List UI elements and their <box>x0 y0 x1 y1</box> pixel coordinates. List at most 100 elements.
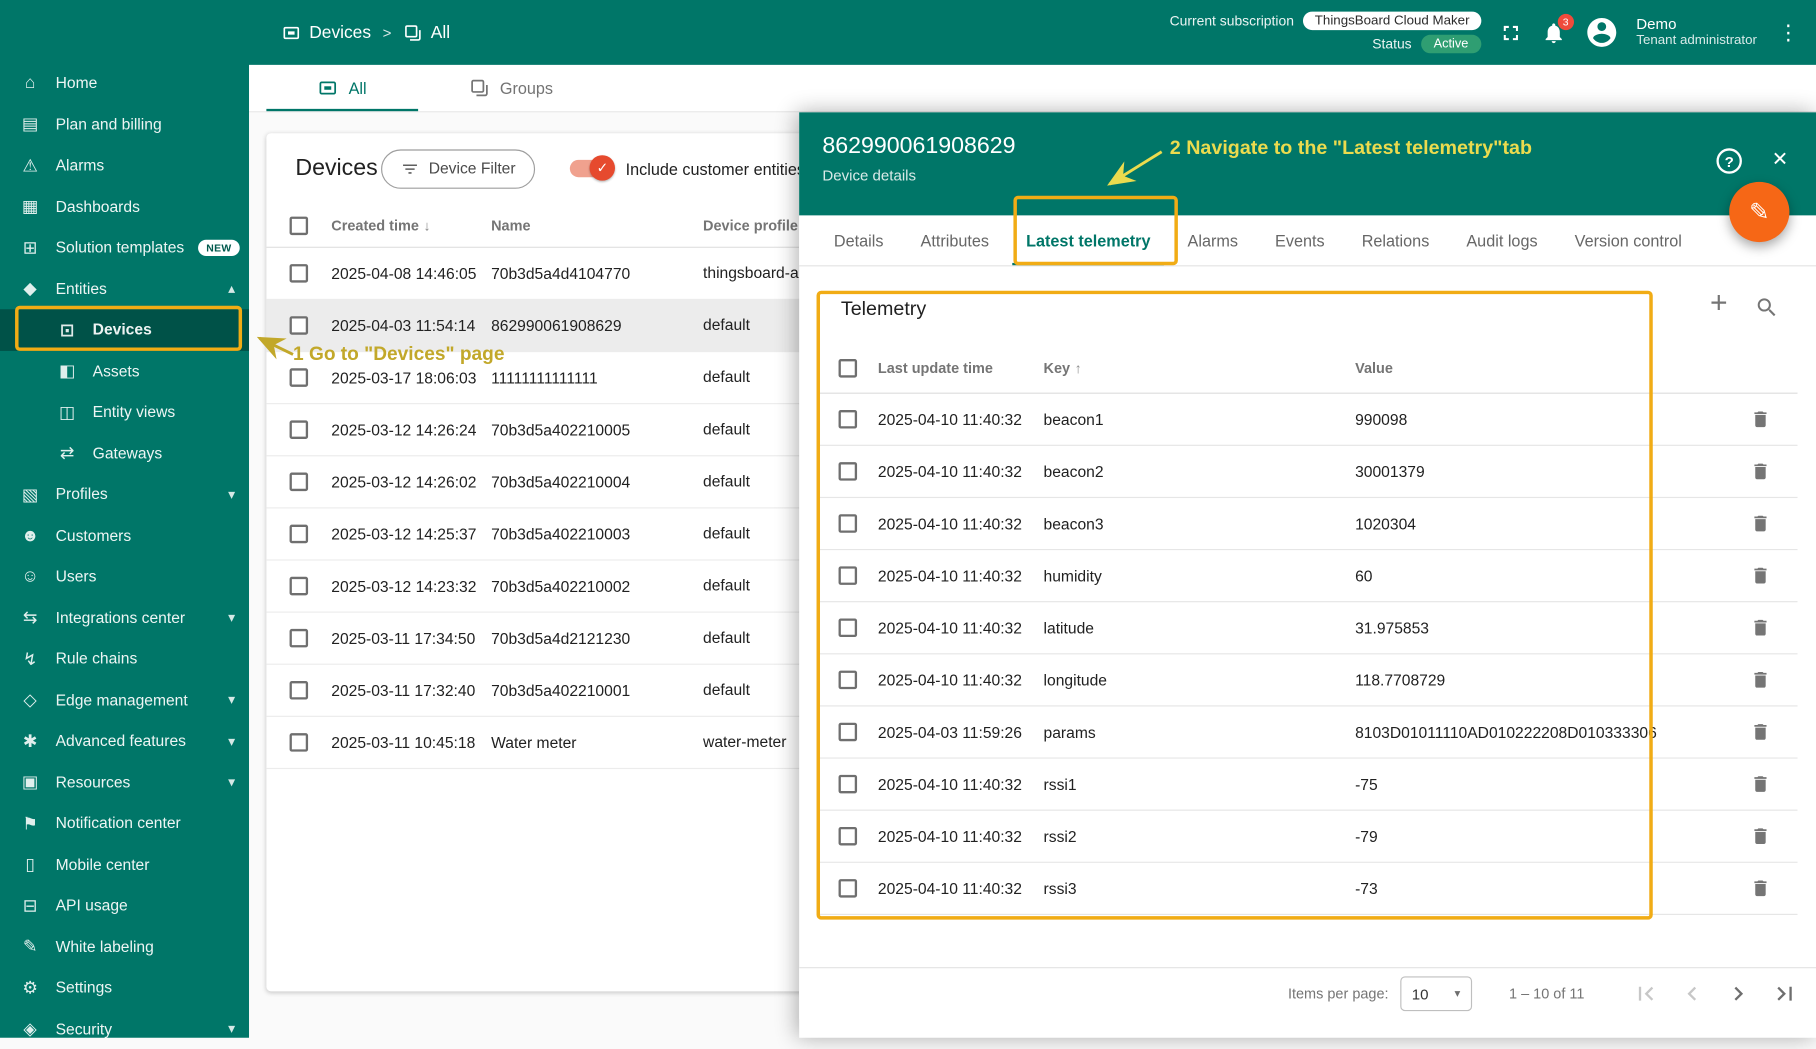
telemetry-row[interactable]: 2025-04-03 11:59:26 params 8103D01011110AD… <box>817 707 1798 759</box>
delete-button[interactable] <box>1747 822 1775 850</box>
sidebar-item-api-usage[interactable]: ⊟ API usage <box>0 885 249 926</box>
telemetry-row[interactable]: 2025-04-10 11:40:32 humidity 60 <box>817 550 1798 603</box>
sidebar-item-solution-templates[interactable]: ⊞ Solution templates NEW <box>0 227 249 268</box>
sidebar-item-users[interactable]: ☺ Users <box>0 556 249 597</box>
row-checkbox[interactable] <box>289 628 309 648</box>
delete-button[interactable] <box>1747 874 1775 902</box>
chevron-down-icon[interactable]: ▾ <box>228 486 235 502</box>
sidebar-item-settings[interactable]: ⚙ Settings <box>0 967 249 1008</box>
row-checkbox[interactable] <box>838 826 858 846</box>
row-checkbox[interactable] <box>838 618 858 638</box>
tab-details[interactable]: Details <box>815 215 902 265</box>
tab-audit-logs[interactable]: Audit logs <box>1448 215 1556 265</box>
select-all-checkbox[interactable] <box>838 358 858 377</box>
sidebar-item-resources[interactable]: ▣ Resources ▾ <box>0 762 249 803</box>
sidebar-item-customers[interactable]: ☻ Customers <box>0 515 249 556</box>
chevron-down-icon[interactable]: ▾ <box>228 692 235 708</box>
tab-alarms[interactable]: Alarms <box>1169 215 1257 265</box>
telemetry-row[interactable]: 2025-04-10 11:40:32 longitude 118.7708729 <box>817 654 1798 707</box>
row-checkbox[interactable] <box>838 566 858 585</box>
row-checkbox[interactable] <box>289 264 309 283</box>
tab-groups[interactable]: Groups <box>418 65 604 111</box>
help-button[interactable]: ? <box>1716 148 1742 174</box>
row-checkbox[interactable] <box>289 472 309 492</box>
telemetry-row[interactable]: 2025-04-10 11:40:32 beacon1 990098 <box>817 394 1798 446</box>
device-filter-button[interactable]: Device Filter <box>381 148 536 189</box>
sidebar-item-security[interactable]: ◈ Security ▾ <box>0 1008 249 1049</box>
telemetry-row[interactable]: 2025-04-10 11:40:32 latitude 31.975853 <box>817 602 1798 655</box>
row-checkbox[interactable] <box>838 514 858 533</box>
subscription-plan-badge[interactable]: ThingsBoard Cloud Maker <box>1303 11 1482 31</box>
sidebar-item-advanced-features[interactable]: ✱ Advanced features ▾ <box>0 720 249 761</box>
sidebar-item-integrations-center[interactable]: ⇆ Integrations center ▾ <box>0 597 249 638</box>
sidebar-item-entity-views[interactable]: ◫ Entity views <box>0 391 249 432</box>
tab-attributes[interactable]: Attributes <box>902 215 1008 265</box>
row-checkbox[interactable] <box>289 681 309 700</box>
telemetry-row[interactable]: 2025-04-10 11:40:32 beacon3 1020304 <box>817 498 1798 551</box>
column-created-time[interactable]: Created time ↓ <box>331 217 491 233</box>
chevron-down-icon[interactable]: ▾ <box>228 1021 235 1037</box>
tab-latest-telemetry[interactable]: Latest telemetry <box>1008 215 1169 266</box>
edit-fab[interactable]: ✎ <box>1729 181 1790 243</box>
chevron-down-icon[interactable]: ▾ <box>228 774 235 790</box>
delete-button[interactable] <box>1747 718 1775 746</box>
column-name[interactable]: Name <box>491 217 703 233</box>
sidebar-item-gateways[interactable]: ⇄ Gateways <box>0 433 249 474</box>
sidebar-item-notification-center[interactable]: ⚑ Notification center <box>0 803 249 844</box>
telemetry-row[interactable]: 2025-04-10 11:40:32 beacon2 30001379 <box>817 446 1798 499</box>
chevron-down-icon[interactable]: ▾ <box>228 733 235 749</box>
close-icon[interactable]: ✕ <box>1772 148 1789 171</box>
user-info[interactable]: Demo Tenant administrator <box>1636 15 1757 49</box>
more-menu-button[interactable]: ⋮ <box>1774 20 1802 44</box>
delete-button[interactable] <box>1747 405 1775 433</box>
sidebar-item-plan-billing[interactable]: ▤ Plan and billing <box>0 104 249 145</box>
add-telemetry-button[interactable]: + <box>1705 284 1733 319</box>
tab-version-control[interactable]: Version control <box>1556 215 1700 265</box>
breadcrumb-devices[interactable]: Devices <box>281 23 371 42</box>
sidebar-item-home[interactable]: ⌂ Home <box>0 63 249 104</box>
next-page-button[interactable] <box>1723 979 1753 1009</box>
sidebar-item-assets[interactable]: ◧ Assets <box>0 350 249 391</box>
chevron-down-icon[interactable]: ▾ <box>228 610 235 626</box>
column-value[interactable]: Value <box>1355 360 1746 376</box>
column-key[interactable]: Key ↑ <box>1044 360 1356 376</box>
delete-button[interactable] <box>1747 510 1775 538</box>
row-checkbox[interactable] <box>838 410 858 429</box>
row-checkbox[interactable] <box>289 420 309 439</box>
tab-relations[interactable]: Relations <box>1343 215 1448 265</box>
delete-button[interactable] <box>1747 457 1775 485</box>
delete-button[interactable] <box>1747 666 1775 694</box>
sidebar-item-dashboards[interactable]: ▦ Dashboards <box>0 186 249 227</box>
delete-button[interactable] <box>1747 562 1775 590</box>
chevron-up-icon[interactable]: ▴ <box>228 281 235 297</box>
row-checkbox[interactable] <box>838 670 858 690</box>
search-button[interactable] <box>1754 294 1779 319</box>
sidebar-item-mobile-center[interactable]: ▯ Mobile center <box>0 844 249 885</box>
sidebar-item-rule-chains[interactable]: ↯ Rule chains <box>0 638 249 679</box>
first-page-button[interactable] <box>1631 979 1661 1009</box>
sidebar-item-alarms[interactable]: ⚠ Alarms <box>0 145 249 186</box>
sidebar-item-devices[interactable]: ⊡ Devices <box>0 309 250 351</box>
avatar[interactable] <box>1584 15 1619 50</box>
sidebar-item-entities[interactable]: ◆ Entities ▴ <box>0 268 249 309</box>
previous-page-button[interactable] <box>1677 979 1707 1009</box>
sidebar-item-edge-management[interactable]: ◇ Edge management ▾ <box>0 679 249 720</box>
row-checkbox[interactable] <box>838 774 858 794</box>
sidebar-item-profiles[interactable]: ▧ Profiles ▾ <box>0 474 249 515</box>
row-checkbox[interactable] <box>289 524 309 544</box>
telemetry-row[interactable]: 2025-04-10 11:40:32 rssi3 -73 <box>817 863 1798 915</box>
delete-button[interactable] <box>1747 614 1775 642</box>
last-page-button[interactable] <box>1770 979 1800 1009</box>
row-checkbox[interactable] <box>289 733 309 752</box>
include-customer-entities-toggle[interactable]: ✓ Include customer entities <box>570 155 805 181</box>
telemetry-row[interactable]: 2025-04-10 11:40:32 rssi1 -75 <box>817 759 1798 811</box>
delete-button[interactable] <box>1747 770 1775 798</box>
tab-events[interactable]: Events <box>1257 215 1344 265</box>
items-per-page-select[interactable]: 10 ▾ <box>1400 976 1472 1012</box>
row-checkbox[interactable] <box>838 722 858 742</box>
fullscreen-button[interactable] <box>1498 20 1523 45</box>
telemetry-row[interactable]: 2025-04-10 11:40:32 rssi2 -79 <box>817 811 1798 863</box>
notifications-button[interactable]: 3 <box>1541 13 1574 45</box>
row-checkbox[interactable] <box>289 368 309 387</box>
tab-all[interactable]: All <box>266 65 418 112</box>
